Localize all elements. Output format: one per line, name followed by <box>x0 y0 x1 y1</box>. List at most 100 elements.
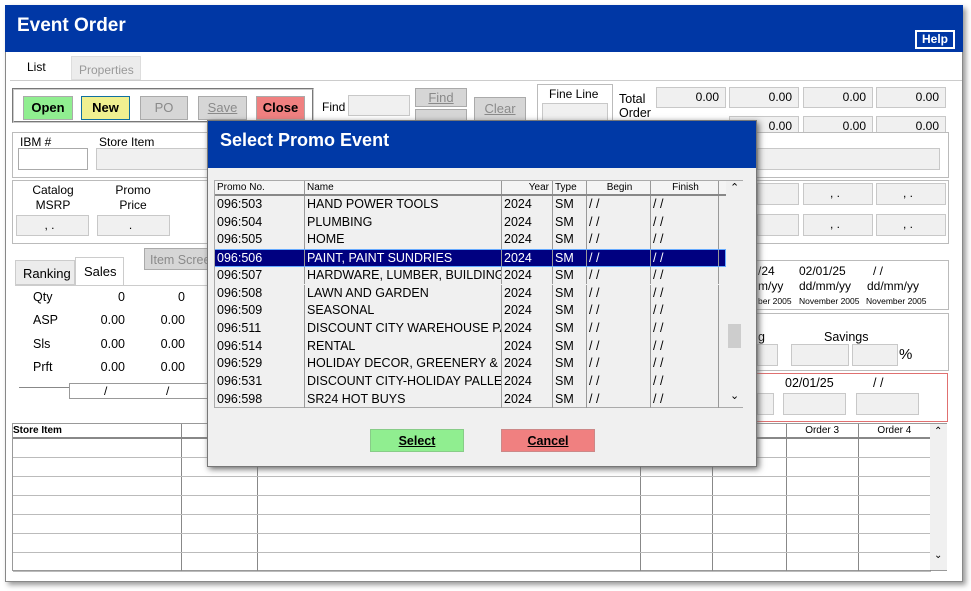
promo-event-row[interactable]: 096:505 HOME 2024 SM / / / / <box>215 231 719 250</box>
po-button[interactable]: PO <box>140 96 188 120</box>
save-button[interactable]: Save <box>198 96 247 120</box>
table-cell[interactable] <box>181 476 258 496</box>
column-header[interactable]: Type <box>553 181 587 194</box>
table-cell[interactable] <box>858 514 932 534</box>
promo-event-row[interactable]: 096:511 DISCOUNT CITY WAREHOUSE PA 2024 SM /… <box>215 319 719 338</box>
select-promo-event-dialog: Select Promo Event Promo No. Name Year Type… <box>207 120 757 467</box>
date-field[interactable] <box>856 393 919 415</box>
table-row[interactable] <box>13 533 932 553</box>
table-cell[interactable] <box>257 476 642 496</box>
ibm-input[interactable] <box>18 148 88 170</box>
promo-event-row[interactable]: 096:509 SEASONAL 2024 SM / / / / <box>215 302 719 320</box>
promo-event-row[interactable]: 096:514 RENTAL 2024 SM / / / / <box>215 337 719 356</box>
scroll-up-icon[interactable]: ⌃ <box>730 181 739 194</box>
column-header[interactable]: Store Item <box>13 424 183 439</box>
close-button[interactable]: Close <box>256 96 305 120</box>
table-cell[interactable] <box>858 476 932 496</box>
date-field[interactable] <box>757 393 774 415</box>
column-header[interactable]: Begin <box>587 181 651 194</box>
table-cell[interactable] <box>858 552 932 572</box>
table-cell[interactable] <box>640 495 714 515</box>
tab-sales[interactable]: Sales <box>75 257 124 285</box>
promo-event-row[interactable]: 096:529 HOLIDAY DECOR, GREENERY & L 2024 SM… <box>215 355 719 373</box>
table-cell[interactable] <box>181 514 258 534</box>
table-cell[interactable] <box>13 476 183 496</box>
help-button[interactable]: Help <box>915 30 955 49</box>
table-cell[interactable] <box>181 552 258 572</box>
table-cell[interactable] <box>858 495 932 515</box>
tab-properties[interactable]: Properties <box>71 56 141 80</box>
table-cell[interactable] <box>640 552 714 572</box>
table-cell[interactable] <box>181 533 258 553</box>
table-cell[interactable] <box>13 438 183 458</box>
table-cell[interactable] <box>712 552 787 572</box>
table-cell[interactable] <box>257 552 642 572</box>
promo-event-row[interactable]: 096:531 DISCOUNT CITY-HOLIDAY PALLET 2024 S… <box>215 373 719 391</box>
table-cell[interactable] <box>640 476 714 496</box>
item-screen-button[interactable]: Item Screen <box>144 248 210 270</box>
promo-event-row[interactable]: 096:503 HAND POWER TOOLS 2024 SM / / / / <box>215 196 719 214</box>
tab-list[interactable]: List <box>16 55 70 81</box>
table-cell[interactable] <box>13 457 183 477</box>
table-row[interactable] <box>13 552 932 572</box>
catalog-msrp-field: , . <box>16 215 89 236</box>
promo-event-row[interactable]: 096:504 PLUMBING 2024 SM / / / / <box>215 213 719 232</box>
store-item-input[interactable] <box>96 148 216 170</box>
table-cell[interactable] <box>858 457 932 477</box>
clear-button[interactable]: Clear <box>474 97 526 121</box>
table-cell[interactable] <box>257 495 642 515</box>
table-cell[interactable] <box>786 533 859 553</box>
cancel-button[interactable]: Cancel <box>501 429 595 452</box>
table-cell[interactable] <box>786 552 859 572</box>
table-cell[interactable] <box>786 514 859 534</box>
table-cell[interactable] <box>640 514 714 534</box>
table-cell[interactable] <box>13 514 183 534</box>
table-row[interactable] <box>13 476 932 496</box>
new-button[interactable]: New <box>81 96 130 120</box>
scroll-up-icon[interactable]: ⌃ <box>934 426 942 437</box>
find-input[interactable] <box>348 95 410 116</box>
promo-event-row[interactable]: 096:598 SR24 HOT BUYS 2024 SM / / / / <box>215 390 719 409</box>
slash-value: / <box>166 384 170 398</box>
table-cell[interactable] <box>786 457 859 477</box>
table-cell[interactable] <box>257 514 642 534</box>
table-cell[interactable] <box>712 533 787 553</box>
table-cell[interactable] <box>786 495 859 515</box>
column-header[interactable]: Order 3 <box>786 424 859 439</box>
table-cell[interactable] <box>181 495 258 515</box>
tab-ranking[interactable]: Ranking <box>15 260 75 285</box>
table-cell[interactable] <box>786 438 859 458</box>
column-header[interactable]: Order 4 <box>858 424 932 439</box>
savings-label: Savings <box>824 330 869 344</box>
table-cell[interactable] <box>858 438 932 458</box>
column-header[interactable]: Year <box>502 181 553 194</box>
find-button[interactable]: Find <box>415 88 467 107</box>
date-field[interactable] <box>783 393 846 415</box>
column-header[interactable]: Finish <box>651 181 719 194</box>
select-button[interactable]: Select <box>370 429 464 452</box>
scroll-down-icon[interactable]: ⌄ <box>730 389 739 402</box>
table-cell[interactable] <box>858 533 932 553</box>
table-row[interactable] <box>13 495 932 515</box>
table-row[interactable] <box>13 514 932 534</box>
table-scrollbar[interactable]: ⌃ ⌄ <box>930 424 947 570</box>
row-cell: / / <box>651 355 719 373</box>
scroll-down-icon[interactable]: ⌄ <box>934 550 942 561</box>
promo-event-row[interactable]: 096:506 PAINT, PAINT SUNDRIES 2024 SM / / / / <box>215 249 726 267</box>
table-cell[interactable] <box>786 476 859 496</box>
table-cell[interactable] <box>13 495 183 515</box>
scroll-thumb[interactable] <box>728 324 741 348</box>
promo-event-row[interactable]: 096:508 LAWN AND GARDEN 2024 SM / / / / <box>215 284 719 303</box>
table-cell[interactable] <box>712 495 787 515</box>
table-cell[interactable] <box>640 533 714 553</box>
table-cell[interactable] <box>13 552 183 572</box>
table-cell[interactable] <box>13 533 183 553</box>
open-button[interactable]: Open <box>23 96 73 120</box>
table-cell[interactable] <box>712 476 787 496</box>
table-cell[interactable] <box>712 514 787 534</box>
column-header[interactable]: Promo No. <box>215 181 305 194</box>
list-scrollbar[interactable]: ⌃ ⌄ <box>726 181 743 407</box>
table-cell[interactable] <box>257 533 642 553</box>
column-header[interactable]: Name <box>305 181 502 194</box>
promo-event-row[interactable]: 096:507 HARDWARE, LUMBER, BUILDING 2024 SM /… <box>215 266 719 285</box>
